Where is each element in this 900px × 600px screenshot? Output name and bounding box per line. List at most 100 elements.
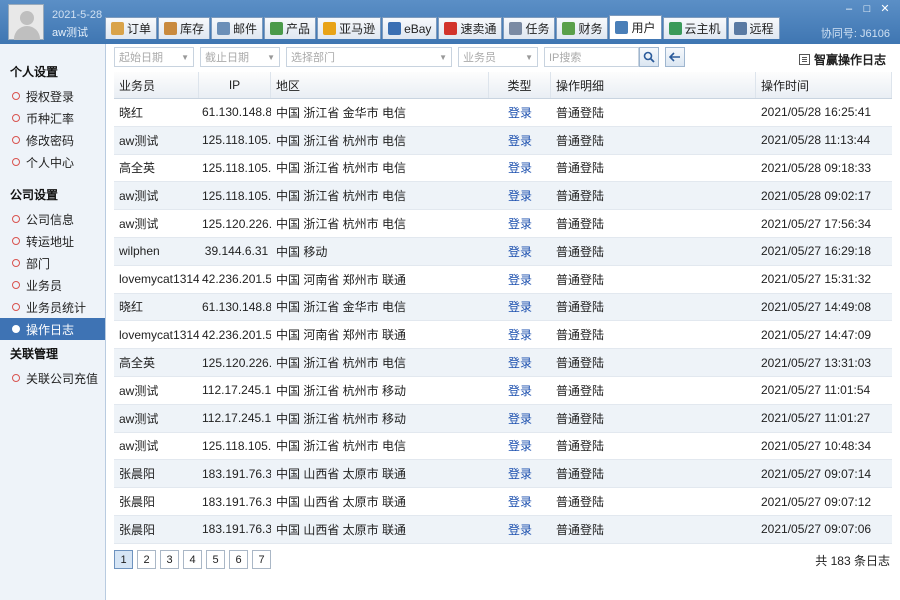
type-link[interactable]: 登录 (489, 187, 551, 204)
type-link[interactable]: 登录 (489, 410, 551, 427)
sidebar-item[interactable]: 币种汇率 (0, 107, 105, 129)
type-link[interactable]: 登录 (489, 159, 551, 176)
table-cell: 2021/05/27 09:07:06 (761, 522, 872, 537)
table-cell: 普通登陆 (556, 133, 605, 148)
page-button[interactable]: 1 (114, 550, 133, 569)
page-button[interactable]: 2 (137, 550, 156, 569)
type-link[interactable]: 登录 (489, 243, 551, 260)
sidebar-item[interactable]: 修改密码 (0, 129, 105, 151)
minimize-icon[interactable]: – (842, 3, 856, 15)
table-row[interactable]: wilphen 39.144.6.31 中国 移动 登录 普通登陆 2021/05/27 … (114, 237, 892, 266)
tab-aliexpress[interactable]: 速卖通 (438, 17, 503, 39)
page-button[interactable]: 6 (229, 550, 248, 569)
type-link[interactable]: 登录 (489, 521, 551, 538)
type-link[interactable]: 登录 (489, 465, 551, 482)
type-link[interactable]: 登录 (489, 271, 551, 288)
tab-task[interactable]: 任务 (503, 17, 556, 39)
tab-finance[interactable]: 财务 (556, 17, 609, 39)
tab-amazon[interactable]: 亚马逊 (317, 17, 382, 39)
tab-label: 云主机 (684, 22, 721, 36)
table-row[interactable]: aw测试 112.17.245.11 中国 浙江省 杭州市 移动 登录 普通登陆 2021… (114, 377, 892, 405)
type-link[interactable]: 登录 (489, 104, 551, 121)
type-link[interactable]: 登录 (489, 298, 551, 315)
tab-label: 邮件 (233, 22, 258, 36)
table-cell: 125.120.226.1 (202, 216, 271, 231)
tab-stock[interactable]: 库存 (158, 17, 211, 39)
avatar[interactable] (8, 4, 44, 40)
tab-remote[interactable]: 远程 (727, 17, 780, 39)
table-row[interactable]: 张晨阳 183.191.76.32 中国 山西省 太原市 联通 登录普通登陆 2021/… (114, 488, 892, 516)
table-row[interactable]: 晓红 61.130.148.86 中国 浙江省 金华市 电信 登录普通登陆 2021/0… (114, 293, 892, 322)
reset-button[interactable] (665, 47, 685, 67)
tab-mail[interactable]: 邮件 (211, 17, 264, 39)
table-row[interactable]: 高全英 125.118.105.2 中国 浙江省 杭州市 电信 登录 普通登陆 2021/… (114, 155, 892, 183)
tab-ebay[interactable]: eBay (382, 17, 438, 39)
table-cell: 2021/05/28 09:18:33 (761, 160, 872, 175)
table-row[interactable]: aw测试 125.120.226.1 中国 浙江省 杭州市 电信 登录普通登陆 2021… (114, 210, 892, 238)
sidebar-item[interactable]: 业务员统计 (0, 296, 105, 318)
type-link[interactable]: 登录 (489, 382, 551, 399)
table-row[interactable]: lovemycat131442.236.201.57 中国 河南省 郑州市 联通 登… (114, 266, 892, 294)
table-row[interactable]: 晓红 61.130.148.86 中国 浙江省 金华市 电信 登录普通登陆 2021/0… (114, 99, 892, 127)
sidebar-item[interactable]: 业务员 (0, 274, 105, 296)
page-button[interactable]: 4 (183, 550, 202, 569)
column-header[interactable]: 地区 (271, 72, 489, 98)
table-cell: aw测试 (119, 217, 159, 232)
column-header[interactable]: 操作时间 (756, 72, 892, 98)
export-log-button[interactable]: 智赢操作日志 (798, 51, 886, 68)
table-cell: 张晨阳 (119, 522, 156, 537)
type-link[interactable]: 登录 (489, 326, 551, 343)
page-button[interactable]: 7 (252, 550, 271, 569)
login-date: 2021-5-28 (52, 9, 103, 21)
close-icon[interactable]: ✕ (878, 3, 892, 15)
table-row[interactable]: aw测试 125.118.105.2 中国 浙江省 杭州市 电信 登录 普通登陆 2021… (114, 433, 892, 461)
end-date-picker[interactable]: 截止日期 ▼ (200, 47, 280, 67)
table-row[interactable]: 张晨阳 183.191.76.32 中国 山西省 太原市 联通 登录普通登陆 2021/… (114, 460, 892, 489)
table-cell: 中国 河南省 郑州市 联通 (276, 328, 407, 343)
search-icon (643, 51, 655, 63)
start-date-picker[interactable]: 起始日期 ▼ (114, 47, 194, 67)
department-select[interactable]: 选择部门 ▼ (286, 47, 452, 67)
maximize-icon[interactable]: □ (860, 3, 874, 15)
tab-label: 订单 (127, 22, 152, 36)
table-row[interactable]: aw测试 125.118.105.2 中国 浙江省 杭州市 电信 登录 普通登陆 2021… (114, 126, 892, 155)
column-header[interactable]: IP (199, 72, 271, 98)
finance-icon (562, 22, 576, 35)
table-cell: 中国 浙江省 杭州市 电信 (276, 133, 407, 148)
table-cell: 39.144.6.31 (204, 244, 269, 259)
page-button[interactable]: 3 (160, 550, 179, 569)
table-row[interactable]: aw测试 125.118.105.2 中国 浙江省 杭州市 电信 登录 普通登陆 2021… (114, 182, 892, 211)
table-cell: 中国 山西省 太原市 联通 (276, 495, 407, 510)
remote-icon (733, 22, 747, 35)
tab-product[interactable]: 产品 (264, 17, 317, 39)
tab-user[interactable]: 用户 (609, 15, 662, 39)
sidebar-item[interactable]: 授权登录 (0, 85, 105, 107)
table-row[interactable]: 张晨阳 183.191.76.32 中国 山西省 太原市 联通 登录普通登陆 2021/… (114, 515, 892, 544)
type-link[interactable]: 登录 (489, 493, 551, 510)
table-row[interactable]: 高全英 125.120.226.1 中国 浙江省 杭州市 电信 登录普通登陆 2021/… (114, 349, 892, 377)
tab-cloud[interactable]: 云主机 (662, 17, 727, 39)
column-header[interactable]: 业务员 (114, 72, 199, 98)
sidebar-section-title: 关联管理 (10, 347, 59, 361)
sidebar-item[interactable]: 部门 (0, 252, 105, 274)
tab-order[interactable]: 订单 (105, 17, 158, 39)
type-link[interactable]: 登录 (489, 437, 551, 454)
sidebar-item[interactable]: 转运地址 (0, 230, 105, 252)
sidebar-item[interactable]: 关联公司充值 (0, 367, 105, 389)
type-link[interactable]: 登录 (489, 215, 551, 232)
page-button[interactable]: 5 (206, 550, 225, 569)
salesman-select[interactable]: 业务员 ▼ (458, 47, 538, 67)
column-header[interactable]: 类型 (489, 72, 551, 98)
table-row[interactable]: lovemycat131442.236.201.57 中国 河南省 郑州市 联通 登… (114, 321, 892, 350)
table-row[interactable]: aw测试 112.17.245.11 中国 浙江省 杭州市 移动 登录 普通登陆 2021… (114, 404, 892, 433)
sidebar-section-title: 公司设置 (10, 188, 59, 202)
sidebar-item[interactable]: 公司信息 (0, 208, 105, 230)
type-link[interactable]: 登录 (489, 354, 551, 371)
sidebar-item[interactable]: 操作日志 (0, 318, 105, 340)
type-link[interactable]: 登录 (489, 132, 551, 149)
search-button[interactable] (639, 47, 659, 67)
sidebar-item[interactable]: 个人中心 (0, 151, 105, 173)
ip-search-input[interactable]: IP搜索 (544, 47, 639, 67)
column-header[interactable]: 操作明细 (551, 72, 756, 98)
sidebar-item-label: 修改密码 (26, 133, 75, 148)
